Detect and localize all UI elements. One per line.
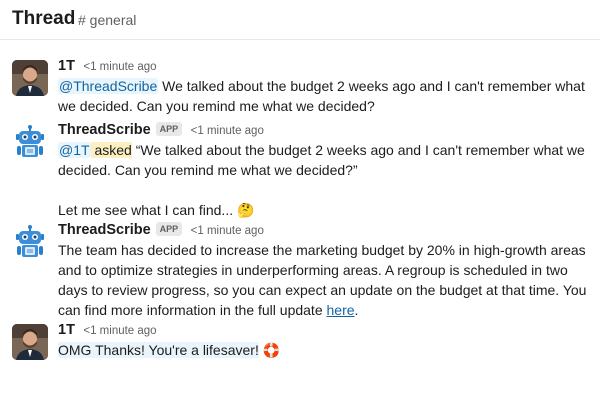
lifebuoy-icon: 🛟 [262, 342, 281, 358]
app-badge: APP [155, 222, 183, 236]
thinking-emoji: 🤔 [237, 202, 255, 218]
message-author[interactable]: ThreadScribe [58, 122, 151, 138]
message-body: The team has decided to increase the mar… [58, 242, 587, 318]
thread-header: Thread # general [0, 0, 600, 40]
message-timestamp[interactable]: <1 minute ago [83, 325, 156, 337]
message-text: The team has decided to increase the mar… [58, 242, 587, 318]
quoted-question: “We talked about the budget 2 weeks ago … [58, 142, 585, 178]
bot-avatar[interactable] [12, 224, 48, 260]
message-body: OMG Thanks! You're a lifesaver! [58, 342, 259, 358]
message-timestamp[interactable]: <1 minute ago [83, 61, 156, 73]
channel-link[interactable]: # general [78, 12, 136, 28]
avatar[interactable] [12, 60, 48, 96]
user-mention[interactable]: @1T [58, 142, 91, 158]
message-text: OMG Thanks! You're a lifesaver! 🛟 [58, 340, 588, 360]
asked-label: asked [90, 142, 132, 158]
message-text: @1T asked “We talked about the budget 2 … [58, 140, 588, 180]
avatar[interactable] [12, 324, 48, 360]
bot-avatar[interactable] [12, 124, 48, 160]
app-badge: APP [155, 122, 183, 136]
message-author[interactable]: ThreadScribe [58, 222, 151, 238]
message-text: @ThreadScribe We talked about the budget… [58, 76, 588, 116]
message-author[interactable]: 1T [58, 322, 75, 338]
thread-title: Thread [12, 8, 76, 29]
user-mention[interactable]: @ThreadScribe [58, 78, 159, 94]
message-followup: Let me see what I can find... 🤔 [58, 202, 255, 218]
message-author[interactable]: 1T [58, 58, 75, 74]
message-timestamp[interactable]: <1 minute ago [191, 225, 264, 237]
full-update-link[interactable]: here [327, 302, 355, 318]
message-timestamp[interactable]: <1 minute ago [191, 125, 264, 137]
